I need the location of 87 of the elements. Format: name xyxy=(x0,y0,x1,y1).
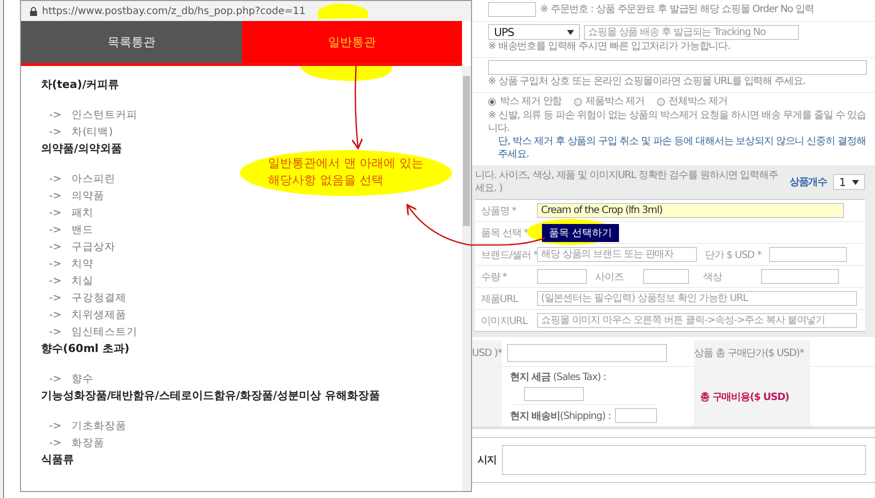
category-item[interactable]: 화장품 xyxy=(72,435,105,452)
arrow-text: -> xyxy=(49,274,62,289)
category-item[interactable]: 의약품 xyxy=(72,188,105,205)
product-name-field[interactable]: Cream of the Crop (lfn 3ml) xyxy=(537,203,844,218)
tab[interactable]: 일반통관 xyxy=(242,21,462,63)
category-item[interactable]: 아스피린 xyxy=(72,171,116,188)
category-title: 식품류 xyxy=(41,452,75,468)
field-label: USD )* xyxy=(472,348,502,358)
category-item[interactable]: 패치 xyxy=(72,205,94,222)
arrow-text: -> xyxy=(49,108,62,123)
field-label: 상품명 * xyxy=(480,204,518,218)
order-number-field[interactable] xyxy=(488,2,536,17)
tab[interactable]: 목록통관 xyxy=(21,21,242,63)
size-field[interactable] xyxy=(643,269,689,284)
scrollbar[interactable] xyxy=(462,66,471,491)
url-text: https://www.postbay.com/z_db/hs_pop.php?code=11 xyxy=(42,6,306,16)
category-item[interactable]: 차(티백) xyxy=(72,124,113,141)
arrow-text: -> xyxy=(49,206,62,221)
category-item[interactable]: 밴드 xyxy=(72,222,94,239)
category-item[interactable]: 치실 xyxy=(72,273,94,290)
arrow-text: -> xyxy=(49,372,62,387)
field-label: 상품 총 구매단가($ USD)* xyxy=(694,347,804,360)
arrow-text: -> xyxy=(49,257,62,272)
category-item[interactable]: 인스턴트커피 xyxy=(72,107,138,124)
category-title: 향수(60ml 초과) xyxy=(41,341,130,357)
field-label: 단가 $ USD * xyxy=(704,248,762,262)
field-label: 현지 배송비(Shipping) : xyxy=(510,410,611,422)
tracking-note: ※ 배송번호를 입력해 주시면 빠른 입고처리가 가능합니다. xyxy=(488,40,732,53)
category-select-button[interactable]: 품목 선택하기 xyxy=(542,224,620,242)
caret-icon xyxy=(852,180,859,184)
field-label: 시지 xyxy=(476,454,498,467)
price-field[interactable] xyxy=(769,247,847,262)
arrow-text: -> xyxy=(49,172,62,187)
unit-price-field[interactable] xyxy=(507,344,667,362)
sales-tax-field[interactable] xyxy=(524,387,584,401)
highlight-mark xyxy=(318,4,368,19)
category-item[interactable]: 임신테스트기 xyxy=(72,324,138,341)
category-item[interactable]: 기초화장품 xyxy=(72,418,127,435)
field-label: 색상 xyxy=(702,270,724,284)
box-removal-warning: 단, 박스 제거 후 상품의 구입 취소 및 파손 등에 대해서는 보상되지 않으니 신중히 결정해 주세요. xyxy=(497,135,867,161)
shop-field[interactable] xyxy=(488,60,867,75)
field-label: 제품URL xyxy=(480,292,520,306)
message-field[interactable] xyxy=(502,445,866,475)
arrow-text: -> xyxy=(49,419,62,434)
caret-icon xyxy=(567,30,574,34)
radio-button[interactable] xyxy=(574,98,582,106)
category-item[interactable]: 구강청결제 xyxy=(72,290,127,307)
box-removal-note: ※ 신발, 의류 등 파손 위험이 없는 상품의 박스제거 요청을 하시면 배송 무게를 줄일 수 있습니다. xyxy=(488,109,867,135)
image-url-field[interactable]: 쇼핑몰 이미지 마우스 오른쪽 버튼 클릭->속성->주소 복사 붙여넣기 xyxy=(537,313,857,328)
arrow-text: -> xyxy=(49,291,62,306)
order-number-note: ※ 주문번호 : 상품 주문완료 후 발급된 해당 쇼핑몰 Order No 입력 xyxy=(540,3,814,16)
radio-label: 박스 제거 안함 xyxy=(500,95,562,109)
category-title: 기능성화장품/태반함유/스테로이드함유/화장품/성분미상 유해화장품 xyxy=(41,388,381,404)
product-url-field[interactable]: (일본센터는 필수입력) 상품정보 확인 가능한 URL xyxy=(537,291,857,306)
arrow-text: -> xyxy=(49,240,62,255)
color-field[interactable] xyxy=(761,269,839,284)
radio-label: 제품박스 제거 xyxy=(586,95,645,109)
field-label: 사이즈 xyxy=(594,270,624,284)
field-label: 수량 * xyxy=(480,270,508,284)
category-title: 차(tea)/커피류 xyxy=(41,77,120,93)
arrow-text: -> xyxy=(49,308,62,323)
count-label: 상품개수 xyxy=(789,176,827,189)
field-label: 현지 세금 (Sales Tax) : xyxy=(510,371,606,384)
arrow-text: -> xyxy=(49,223,62,238)
radio-button[interactable] xyxy=(488,98,496,106)
total-cost-label: 총 구매비용($ USD) xyxy=(699,390,789,404)
brand-field[interactable]: 해당 상품의 브랜드 또는 판매자 xyxy=(537,247,697,262)
field-label: 이미지URL xyxy=(480,314,529,328)
arrow-text: -> xyxy=(49,189,62,204)
arrow-text: -> xyxy=(49,436,62,451)
arrow-text: -> xyxy=(49,325,62,340)
category-item[interactable]: 구급상자 xyxy=(72,239,116,256)
radio-label: 전체박스 제거 xyxy=(668,95,728,109)
category-item[interactable]: 치위생제품 xyxy=(72,307,127,324)
shop-note: ※ 상품 구입처 상호 또는 온라인 쇼핑몰이라면 쇼핑몰 URL를 입력해 주세요. xyxy=(488,75,806,88)
product-intro: 니다. 사이즈, 색상, 제품 및 이미지URL 정확한 검수를 원하시면 입력해주세요. ) xyxy=(475,169,779,195)
category-item[interactable]: 치약 xyxy=(72,256,94,273)
quantity-field[interactable] xyxy=(537,269,587,284)
arrow-text: -> xyxy=(49,125,62,140)
carrier-select[interactable]: UPS xyxy=(488,24,580,40)
lock-icon xyxy=(30,6,37,16)
tracking-number-field[interactable]: 쇼핑몰 상품 배송 후 발급되는 Tracking No xyxy=(584,24,799,40)
shipping-field[interactable] xyxy=(614,408,657,423)
count-select[interactable]: 1 xyxy=(833,174,865,190)
category-title: 의약품/의약외품 xyxy=(41,141,124,157)
radio-button[interactable] xyxy=(656,98,665,106)
category-item[interactable]: 향수 xyxy=(72,371,94,388)
